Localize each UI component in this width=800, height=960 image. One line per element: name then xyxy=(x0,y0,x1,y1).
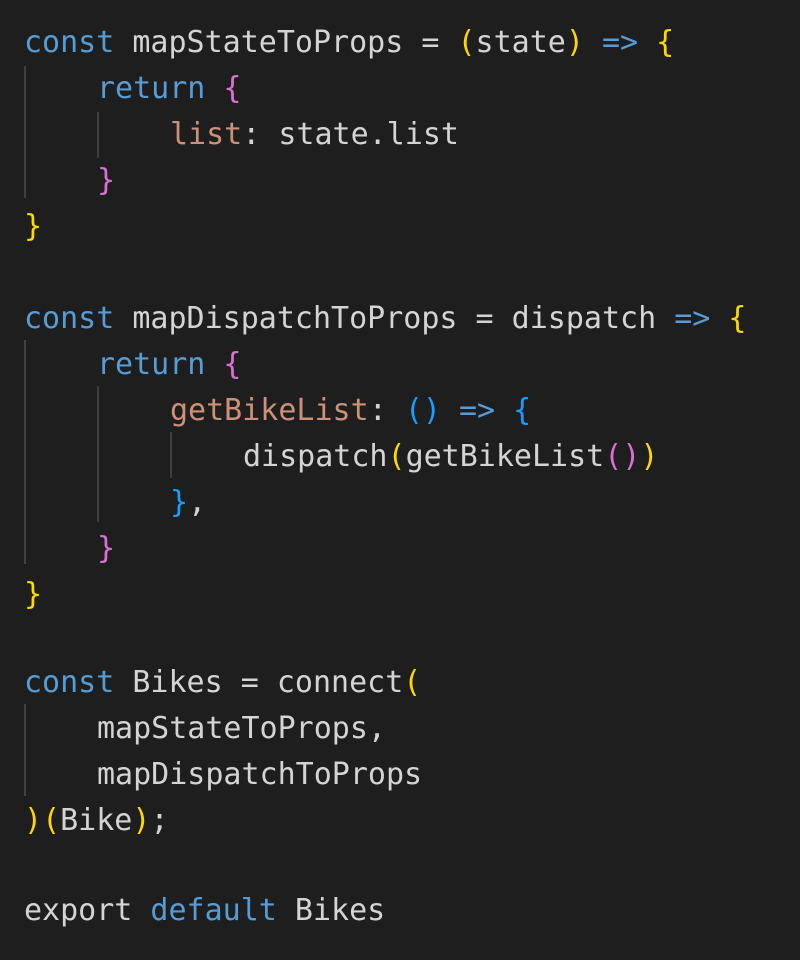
paren: ( xyxy=(457,25,476,60)
keyword: default xyxy=(132,893,277,928)
brace: { xyxy=(638,25,675,60)
arrow: => xyxy=(674,301,711,336)
keyword: const xyxy=(24,665,115,700)
brace: } xyxy=(24,577,43,612)
paren: ( xyxy=(42,803,61,838)
code-text: Bikes xyxy=(276,893,386,928)
indent-guide xyxy=(24,704,26,796)
paren: ) xyxy=(132,803,151,838)
paren: ) xyxy=(565,25,584,60)
indent-guide xyxy=(170,432,172,478)
brace: { xyxy=(205,71,242,106)
code-line-18[interactable]: )(Bike); xyxy=(24,798,169,844)
keyword: return xyxy=(97,347,206,382)
code-line-7[interactable]: const mapDispatchToProps = dispatch => { xyxy=(24,296,746,342)
brace: } xyxy=(24,209,43,244)
code-line-10[interactable]: dispatch(getBikeList()) xyxy=(243,434,658,480)
paren: ( xyxy=(387,439,406,474)
code-text: mapStateToProps = xyxy=(114,25,458,60)
brace: { xyxy=(710,301,747,336)
code-text: Bikes = connect xyxy=(114,665,404,700)
arrow: => xyxy=(583,25,639,60)
indent-guide xyxy=(24,340,26,564)
code-text: mapStateToProps, xyxy=(97,711,386,746)
code-editor[interactable]: const mapStateToProps = (state) => { ret… xyxy=(0,0,800,960)
code-text: Bike xyxy=(60,803,133,838)
keyword: const xyxy=(24,301,115,336)
code-line-2[interactable]: return { xyxy=(97,66,242,112)
code-line-1[interactable]: const mapStateToProps = (state) => { xyxy=(24,20,674,66)
keyword: return xyxy=(97,71,206,106)
code-line-13[interactable]: } xyxy=(24,572,42,618)
code-line-20[interactable]: export default Bikes xyxy=(24,888,385,934)
paren: ) xyxy=(24,803,43,838)
keyword: const xyxy=(24,25,115,60)
code-line-11[interactable]: }, xyxy=(170,480,206,526)
brace: } xyxy=(170,485,189,520)
code-line-4[interactable]: } xyxy=(97,158,115,204)
keyword: export xyxy=(24,893,133,928)
code-text: mapDispatchToProps xyxy=(97,757,423,792)
paren: () xyxy=(604,439,641,474)
arrow: => xyxy=(440,393,496,428)
property: list xyxy=(170,117,243,152)
code-text: , xyxy=(188,485,207,520)
code-line-3[interactable]: list: state.list xyxy=(170,112,459,158)
property: getBikeList xyxy=(170,393,369,428)
indent-guide xyxy=(97,386,99,522)
brace: } xyxy=(97,531,116,566)
brace: { xyxy=(205,347,242,382)
code-line-9[interactable]: getBikeList: () => { xyxy=(170,388,531,434)
code-line-8[interactable]: return { xyxy=(97,342,242,388)
function-name: getBikeList xyxy=(405,439,605,474)
code-line-15[interactable]: const Bikes = connect( xyxy=(24,660,421,706)
code-line-12[interactable]: } xyxy=(97,526,115,572)
indent-guide xyxy=(24,66,26,198)
code-line-16[interactable]: mapStateToProps, xyxy=(97,706,386,752)
param: state xyxy=(475,25,566,60)
semicolon: ; xyxy=(150,803,169,838)
paren: ( xyxy=(403,665,422,700)
indent-guide xyxy=(97,112,99,158)
code-text: : state.list xyxy=(242,117,459,152)
brace: } xyxy=(97,163,116,198)
code-text: : xyxy=(368,393,405,428)
function-name: dispatch xyxy=(243,439,388,474)
brace: { xyxy=(495,393,532,428)
paren: () xyxy=(404,393,441,428)
code-text: mapDispatchToProps = dispatch xyxy=(114,301,675,336)
code-line-17[interactable]: mapDispatchToProps xyxy=(97,752,422,798)
code-line-5[interactable]: } xyxy=(24,204,42,250)
paren: ) xyxy=(640,439,659,474)
